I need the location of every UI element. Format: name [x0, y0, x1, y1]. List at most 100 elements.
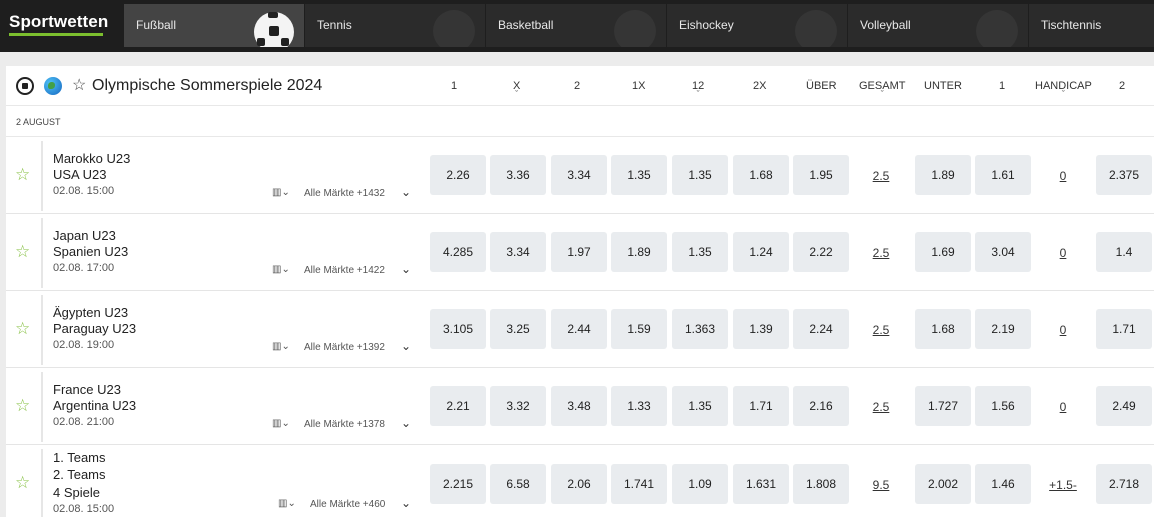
soccer-ball-icon [16, 77, 34, 95]
handicap-line[interactable]: 0 [1038, 400, 1088, 414]
star-icon[interactable]: ☆ [15, 165, 30, 185]
stats-icon[interactable]: ▥⌄ [272, 418, 290, 429]
odd-handicap-2[interactable]: 2.375 [1096, 155, 1152, 195]
odd-under[interactable]: 1.69 [915, 232, 971, 272]
chevron-down-icon[interactable]: ⌄ [401, 339, 411, 353]
odd-2x[interactable]: 1.631 [733, 464, 789, 504]
all-markets-link[interactable]: Alle Märkte +1432 [304, 188, 385, 199]
star-outline-icon[interactable]: ☆ [72, 75, 86, 95]
chevron-down-icon[interactable]: ⌄ [401, 416, 411, 430]
star-icon[interactable]: ☆ [15, 396, 30, 416]
total-line[interactable]: 9.5 [856, 478, 906, 492]
odd-x[interactable]: 6.58 [490, 464, 546, 504]
odd-1[interactable]: 3.105 [430, 309, 486, 349]
odd-12[interactable]: 1.35 [672, 232, 728, 272]
odd-1x[interactable]: 1.35 [611, 155, 667, 195]
odd-handicap-2[interactable]: 1.4 [1096, 232, 1152, 272]
odd-2x[interactable]: 1.24 [733, 232, 789, 272]
total-line[interactable]: 2.5 [856, 323, 906, 337]
odd-over[interactable]: 2.22 [793, 232, 849, 272]
tab-eishockey[interactable]: Eishockey [667, 4, 848, 47]
match-time: 02.08. 15:00 [53, 503, 115, 515]
handicap-line[interactable]: 0 [1038, 246, 1088, 260]
odd-12[interactable]: 1.363 [672, 309, 728, 349]
column-header: 1 [451, 80, 458, 92]
odd-over[interactable]: 2.24 [793, 309, 849, 349]
all-markets-link[interactable]: Alle Märkte +1378 [304, 419, 385, 430]
column-header: 2X [753, 80, 767, 92]
odd-1[interactable]: 2.26 [430, 155, 486, 195]
odd-2[interactable]: 2.44 [551, 309, 607, 349]
odd-2x[interactable]: 1.68 [733, 155, 789, 195]
tab-volleyball[interactable]: Volleyball [848, 4, 1029, 47]
odd-1[interactable]: 4.285 [430, 232, 486, 272]
tab-fussball[interactable]: Fußball [124, 4, 305, 47]
tab-basketball[interactable]: Basketball [486, 4, 667, 47]
odd-over[interactable]: 2.16 [793, 386, 849, 426]
odd-2x[interactable]: 1.39 [733, 309, 789, 349]
odd-handicap-2[interactable]: 1.71 [1096, 309, 1152, 349]
stats-icon[interactable]: ▥⌄ [272, 264, 290, 275]
odd-handicap-1[interactable]: 1.46 [975, 464, 1031, 504]
stats-icon[interactable]: ▥⌄ [272, 341, 290, 352]
handicap-line[interactable]: 0 [1038, 169, 1088, 183]
odd-under[interactable]: 1.68 [915, 309, 971, 349]
tab-tischtennis[interactable]: Tischtennis [1029, 4, 1154, 47]
odd-over[interactable]: 1.95 [793, 155, 849, 195]
chevron-down-icon[interactable]: ⌄ [401, 496, 411, 510]
odd-1[interactable]: 2.215 [430, 464, 486, 504]
chevron-down-icon[interactable]: ⌄ [401, 262, 411, 276]
odd-under[interactable]: 1.727 [915, 386, 971, 426]
odd-x[interactable]: 3.34 [490, 232, 546, 272]
team-home: Marokko U23 [53, 151, 131, 166]
odd-1[interactable]: 2.21 [430, 386, 486, 426]
odd-2[interactable]: 3.34 [551, 155, 607, 195]
match-row[interactable]: ☆ Ägypten U23 Paraguay U23 02.08. 19:00 … [6, 291, 1154, 368]
odd-x[interactable]: 3.36 [490, 155, 546, 195]
odd-2x[interactable]: 1.71 [733, 386, 789, 426]
match-row[interactable]: ☆ France U23 Argentina U23 02.08. 21:00 … [6, 368, 1154, 445]
total-line[interactable]: 2.5 [856, 400, 906, 414]
match-row[interactable]: ☆ Japan U23 Spanien U23 02.08. 17:00 ▥⌄ … [6, 214, 1154, 291]
odd-12[interactable]: 1.09 [672, 464, 728, 504]
odd-handicap-2[interactable]: 2.718 [1096, 464, 1152, 504]
odd-handicap-1[interactable]: 3.04 [975, 232, 1031, 272]
odd-x[interactable]: 3.32 [490, 386, 546, 426]
odd-2[interactable]: 3.48 [551, 386, 607, 426]
all-markets-link[interactable]: Alle Märkte +1392 [304, 342, 385, 353]
match-row[interactable]: ☆ 1. Teams 2. Teams 4 Spiele 02.08. 15:0… [6, 445, 1154, 517]
odd-under[interactable]: 2.002 [915, 464, 971, 504]
total-line[interactable]: 2.5 [856, 169, 906, 183]
odd-over[interactable]: 1.808 [793, 464, 849, 504]
chevron-down-icon[interactable]: ⌄ [401, 185, 411, 199]
stats-icon[interactable]: ▥⌄ [278, 498, 296, 509]
odd-1x[interactable]: 1.33 [611, 386, 667, 426]
odd-x[interactable]: 3.25 [490, 309, 546, 349]
odd-handicap-1[interactable]: 1.61 [975, 155, 1031, 195]
tab-tennis[interactable]: Tennis [305, 4, 486, 47]
star-icon[interactable]: ☆ [15, 319, 30, 339]
odd-2[interactable]: 1.97 [551, 232, 607, 272]
match-row[interactable]: ☆ Marokko U23 USA U23 02.08. 15:00 ▥⌄ Al… [6, 137, 1154, 214]
handicap-line[interactable]: 0 [1038, 323, 1088, 337]
all-markets-link[interactable]: Alle Märkte +460 [310, 499, 385, 510]
odd-handicap-2[interactable]: 2.49 [1096, 386, 1152, 426]
total-line[interactable]: 2.5 [856, 246, 906, 260]
top-navigation: Sportwetten Fußball Tennis Basketball Ei… [0, 0, 1154, 52]
odd-under[interactable]: 1.89 [915, 155, 971, 195]
star-icon[interactable]: ☆ [15, 473, 30, 493]
divider [41, 141, 43, 211]
odd-1x[interactable]: 1.741 [611, 464, 667, 504]
odd-1x[interactable]: 1.59 [611, 309, 667, 349]
odd-12[interactable]: 1.35 [672, 155, 728, 195]
brand-title[interactable]: Sportwetten [9, 12, 108, 32]
handicap-line[interactable]: +1.5- [1038, 478, 1088, 492]
stats-icon[interactable]: ▥⌄ [272, 187, 290, 198]
odd-handicap-1[interactable]: 1.56 [975, 386, 1031, 426]
odd-12[interactable]: 1.35 [672, 386, 728, 426]
odd-1x[interactable]: 1.89 [611, 232, 667, 272]
odd-2[interactable]: 2.06 [551, 464, 607, 504]
odd-handicap-1[interactable]: 2.19 [975, 309, 1031, 349]
all-markets-link[interactable]: Alle Märkte +1422 [304, 265, 385, 276]
star-icon[interactable]: ☆ [15, 242, 30, 262]
